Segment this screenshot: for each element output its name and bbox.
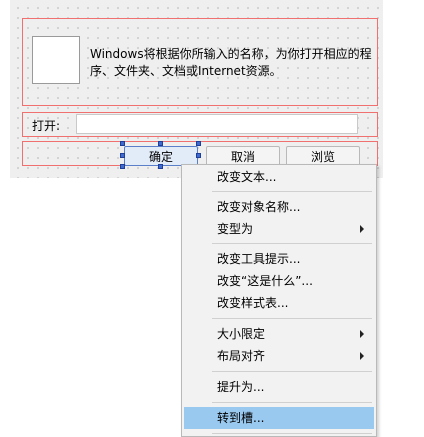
ok-button[interactable]: 确定 bbox=[124, 146, 198, 166]
resize-handle-top[interactable] bbox=[158, 141, 163, 146]
menu-item-label: 提升为... bbox=[217, 380, 265, 394]
open-label: 打开: bbox=[32, 119, 61, 133]
resize-handle-left[interactable] bbox=[120, 153, 125, 158]
resize-handle-right[interactable] bbox=[196, 153, 201, 158]
menu-item-label: 布局对齐 bbox=[217, 349, 266, 363]
menu-item-change-whats-this[interactable]: 改变“这是什么”... bbox=[184, 270, 374, 292]
resize-handle-top-right[interactable] bbox=[196, 141, 201, 146]
resize-handle-top-left[interactable] bbox=[120, 141, 125, 146]
menu-item-label: 大小限定 bbox=[217, 327, 266, 341]
menu-item-layout-alignment[interactable]: 布局对齐 bbox=[184, 345, 374, 367]
menu-item-change-text[interactable]: 改变文本... bbox=[184, 166, 374, 188]
menu-item-label: 改变文本... bbox=[217, 170, 277, 184]
menu-item-label: 改变工具提示... bbox=[217, 252, 301, 266]
menu-separator bbox=[212, 402, 372, 403]
browse-button[interactable]: 浏览 bbox=[286, 146, 360, 166]
cancel-button[interactable]: 取消 bbox=[206, 146, 280, 166]
menu-item-change-stylesheet[interactable]: 改变样式表... bbox=[184, 292, 374, 314]
menu-item-label: 变型为 bbox=[217, 222, 254, 236]
menu-item-promote-to[interactable]: 提升为... bbox=[184, 376, 374, 398]
menu-separator bbox=[212, 191, 372, 192]
menu-separator bbox=[212, 243, 372, 244]
dialog-description: Windows将根据你所输入的名称，为你打开相应的程序、文件夹、文档或Inter… bbox=[90, 47, 372, 78]
submenu-arrow-icon bbox=[360, 225, 364, 233]
menu-separator bbox=[212, 433, 372, 434]
context-menu: 改变文本... 改变对象名称... 变型为 改变工具提示... 改变“这是什么”… bbox=[181, 164, 377, 437]
menu-item-label: 改变样式表... bbox=[217, 296, 289, 310]
menu-item-change-tooltip[interactable]: 改变工具提示... bbox=[184, 248, 374, 270]
menu-item-label: 改变对象名称... bbox=[217, 200, 301, 214]
menu-item-morph-into[interactable]: 变型为 bbox=[184, 218, 374, 240]
open-input[interactable] bbox=[76, 114, 358, 134]
form-designer-canvas[interactable]: Windows将根据你所输入的名称，为你打开相应的程序、文件夹、文档或Inter… bbox=[10, 0, 383, 178]
menu-item-label: 改变“这是什么”... bbox=[217, 274, 313, 288]
menu-separator bbox=[212, 371, 372, 372]
menu-item-label: 转到槽... bbox=[217, 411, 265, 425]
resize-handle-bottom-left[interactable] bbox=[120, 164, 125, 169]
menu-item-change-object-name[interactable]: 改变对象名称... bbox=[184, 196, 374, 218]
submenu-arrow-icon bbox=[360, 352, 364, 360]
dialog-icon-placeholder[interactable] bbox=[32, 36, 80, 84]
menu-item-go-to-slot[interactable]: 转到槽... bbox=[184, 407, 374, 429]
menu-item-size-constraints[interactable]: 大小限定 bbox=[184, 323, 374, 345]
resize-handle-bottom[interactable] bbox=[158, 164, 163, 169]
submenu-arrow-icon bbox=[360, 330, 364, 338]
menu-separator bbox=[212, 318, 372, 319]
